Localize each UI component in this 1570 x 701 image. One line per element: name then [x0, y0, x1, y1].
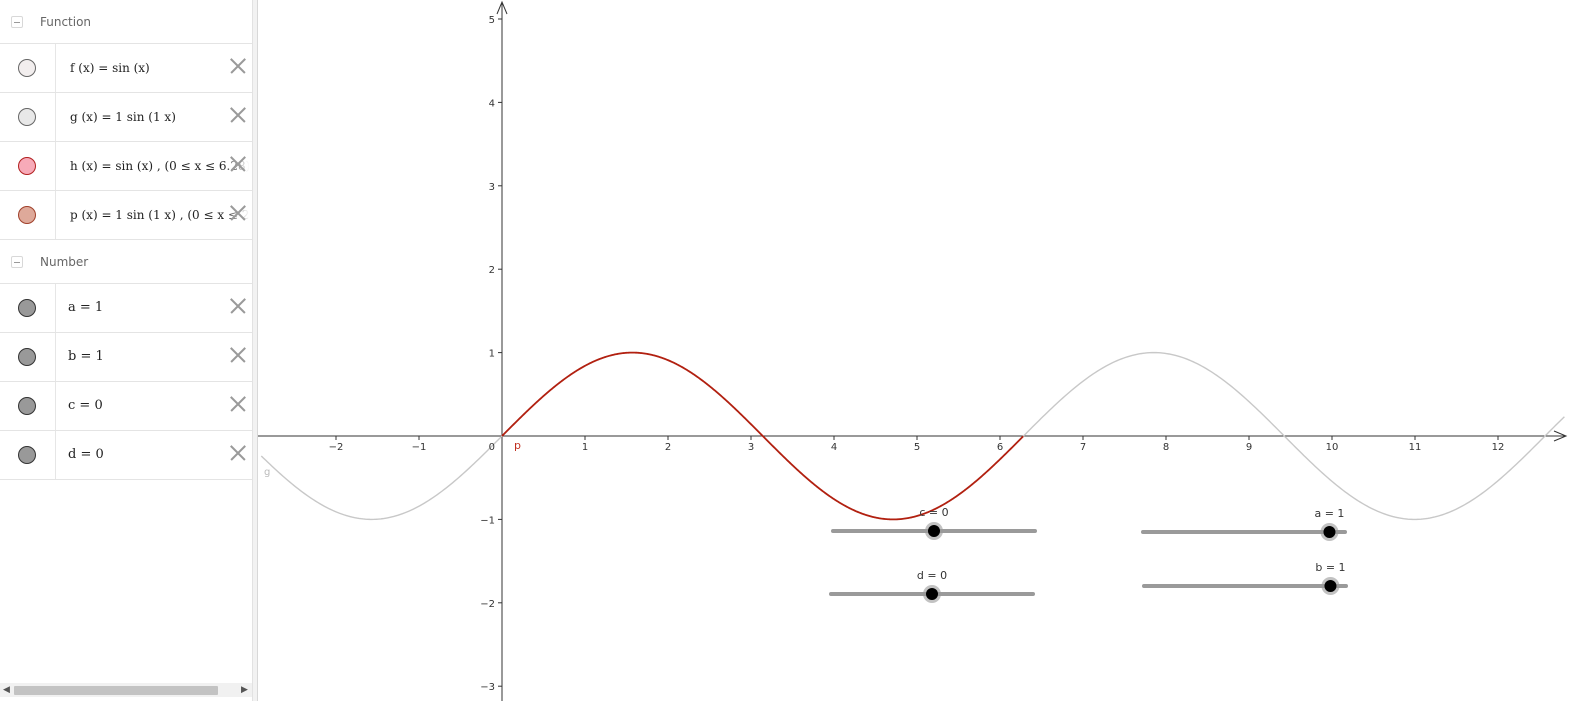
slider-label-b: b = 1	[1315, 561, 1345, 574]
formula-d[interactable]: d = 0	[68, 447, 104, 462]
visibility-toggle-icon[interactable]	[18, 108, 36, 126]
formula-f[interactable]: f (x) = sin (x)	[70, 61, 150, 75]
algebra-item-a[interactable]: a = 1	[0, 284, 252, 333]
x-tick-label: 4	[831, 442, 837, 453]
marble-cell	[0, 44, 56, 92]
y-tick-label: 5	[489, 15, 495, 26]
visibility-toggle-icon[interactable]	[18, 446, 36, 464]
curve-label-g: g	[264, 467, 270, 478]
marble-cell	[0, 142, 56, 190]
slider-d[interactable]: d = 0	[829, 569, 1035, 603]
scrollbar-thumb[interactable]	[14, 686, 218, 695]
scroll-left-icon[interactable]: ◀	[3, 685, 10, 695]
visibility-toggle-icon[interactable]	[18, 206, 36, 224]
algebra-item-d[interactable]: d = 0	[0, 431, 252, 480]
x-tick-label: 7	[1080, 442, 1086, 453]
algebra-item-f[interactable]: f (x) = sin (x)	[0, 44, 252, 93]
slider-a[interactable]: a = 1	[1141, 507, 1347, 541]
slider-knob[interactable]	[1323, 526, 1336, 538]
formula-b[interactable]: b = 1	[68, 349, 104, 364]
marble-cell	[0, 191, 56, 239]
group-label: Function	[40, 15, 92, 29]
visibility-toggle-icon[interactable]	[18, 348, 36, 366]
x-tick-label: 11	[1409, 442, 1422, 453]
x-tick-label: −2	[329, 442, 344, 453]
delete-icon[interactable]	[229, 346, 247, 364]
algebra-item-g[interactable]: g (x) = 1 sin (1 x)	[0, 93, 252, 142]
slider-label-d: d = 0	[917, 569, 947, 582]
y-tick-label: −3	[480, 682, 495, 693]
horizontal-scrollbar[interactable]: ◀ ▶	[0, 683, 252, 697]
marble-cell	[0, 284, 56, 332]
collapse-icon[interactable]	[11, 16, 23, 28]
x-tick-label: 3	[748, 442, 754, 453]
slider-knob[interactable]	[926, 588, 938, 600]
y-tick-label: 1	[489, 349, 495, 360]
algebra-panel: Function f (x) = sin (x) g (x) = 1 sin (…	[0, 0, 252, 701]
marble-cell	[0, 93, 56, 141]
x-tick-label: 8	[1163, 442, 1169, 453]
algebra-item-p[interactable]: p (x) = 1 sin (1 x) , (0 ≤ x ≤ 2	[0, 191, 252, 240]
x-tick-label: 12	[1492, 442, 1505, 453]
scroll-right-icon[interactable]: ▶	[241, 685, 248, 695]
slider-knob[interactable]	[928, 525, 940, 537]
delete-icon[interactable]	[229, 395, 247, 413]
formula-a[interactable]: a = 1	[68, 300, 103, 315]
group-label: Number	[40, 255, 89, 269]
x-tick-label: 1	[582, 442, 588, 453]
y-tick-label: 2	[489, 265, 495, 276]
group-header-number[interactable]: Number	[0, 240, 252, 284]
marble-cell	[0, 382, 56, 430]
delete-icon[interactable]	[229, 57, 247, 75]
slider-knob[interactable]	[1324, 580, 1337, 592]
delete-icon[interactable]	[229, 444, 247, 462]
visibility-toggle-icon[interactable]	[18, 299, 36, 317]
formula-g[interactable]: g (x) = 1 sin (1 x)	[70, 110, 176, 124]
x-tick-label: 6	[997, 442, 1003, 453]
y-tick-label: −2	[480, 599, 495, 610]
visibility-toggle-icon[interactable]	[18, 157, 36, 175]
collapse-icon[interactable]	[11, 256, 23, 268]
delete-icon[interactable]	[229, 155, 247, 173]
x-tick-label: 10	[1326, 442, 1339, 453]
x-tick-label: 9	[1246, 442, 1252, 453]
visibility-toggle-icon[interactable]	[18, 59, 36, 77]
y-tick-label: −1	[480, 515, 495, 526]
slider-b[interactable]: b = 1	[1142, 561, 1348, 595]
slider-label-a: a = 1	[1314, 507, 1344, 520]
slider-c[interactable]: c = 0	[831, 506, 1037, 540]
delete-icon[interactable]	[229, 297, 247, 315]
delete-icon[interactable]	[229, 204, 247, 222]
marble-cell	[0, 431, 56, 479]
formula-p[interactable]: p (x) = 1 sin (1 x) , (0 ≤ x ≤ 2	[70, 208, 249, 222]
graphics-view[interactable]: −2 −1 1 2 3 4 5 6 7 8 9 10 11 12 −3 −2 −1 1 2 3 4 5 0 p g c =…	[258, 0, 1570, 701]
marble-cell	[0, 333, 56, 381]
visibility-toggle-icon[interactable]	[18, 397, 36, 415]
algebra-item-h[interactable]: h (x) = sin (x) , (0 ≤ x ≤ 6.28)	[0, 142, 252, 191]
delete-icon[interactable]	[229, 106, 247, 124]
slider-label-c: c = 0	[919, 506, 948, 519]
algebra-item-b[interactable]: b = 1	[0, 333, 252, 382]
y-tick-label: 4	[489, 98, 495, 109]
origin-label: 0	[489, 442, 495, 453]
x-tick-label: 2	[665, 442, 671, 453]
y-tick-label: 3	[489, 182, 495, 193]
x-tick-label: −1	[412, 442, 427, 453]
point-label-p: p	[514, 439, 521, 452]
x-tick-label: 5	[914, 442, 920, 453]
formula-c[interactable]: c = 0	[68, 398, 103, 413]
group-header-function[interactable]: Function	[0, 0, 252, 44]
algebra-item-c[interactable]: c = 0	[0, 382, 252, 431]
